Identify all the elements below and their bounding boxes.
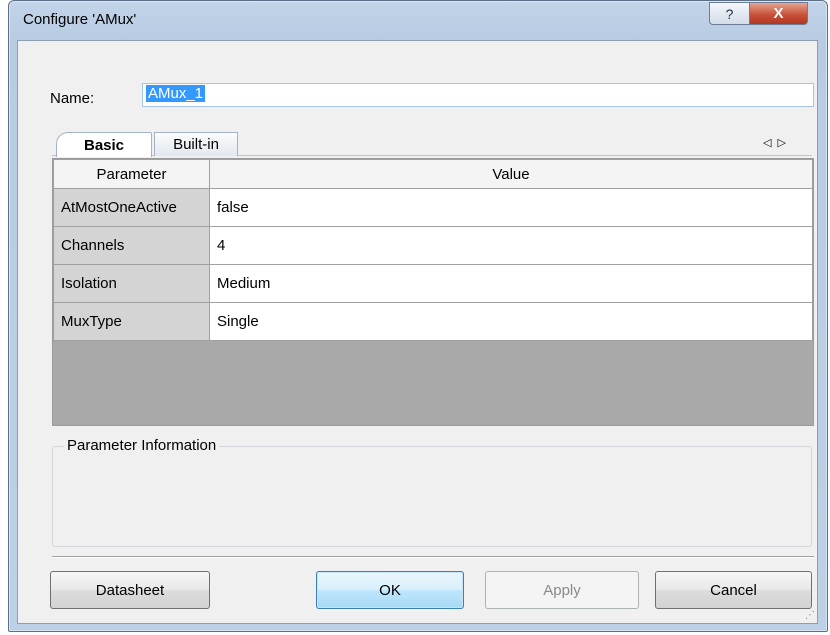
cancel-button[interactable]: Cancel xyxy=(655,571,812,609)
parameter-information-panel xyxy=(52,446,812,547)
title-bar[interactable]: Configure 'AMux' ? X xyxy=(9,1,827,41)
help-button[interactable]: ? xyxy=(709,2,749,25)
help-icon: ? xyxy=(725,5,734,22)
param-name-cell[interactable]: Channels xyxy=(53,226,210,265)
parameter-information-label: Parameter Information xyxy=(64,437,220,454)
ok-button[interactable]: OK xyxy=(316,571,464,609)
close-button[interactable]: X xyxy=(749,2,808,25)
param-name-cell[interactable]: Isolation xyxy=(53,264,210,303)
tab-scroll-right-icon[interactable]: ▷ xyxy=(777,137,791,149)
table-row[interactable]: Channels 4 xyxy=(53,226,813,265)
param-value-cell[interactable]: Single xyxy=(209,302,813,341)
parameter-grid[interactable]: Parameter Value AtMostOneActive false Ch… xyxy=(52,158,814,426)
tab-built-in[interactable]: Built-in xyxy=(154,132,238,156)
table-row[interactable]: Isolation Medium xyxy=(53,264,813,303)
tab-basic-label: Basic xyxy=(83,136,125,154)
column-header-parameter[interactable]: Parameter xyxy=(53,159,210,189)
table-row[interactable]: MuxType Single xyxy=(53,302,813,341)
param-value-cell[interactable]: false xyxy=(209,188,813,227)
table-row[interactable]: AtMostOneActive false xyxy=(53,188,813,227)
name-label: Name: xyxy=(50,90,95,107)
param-value-cell[interactable]: 4 xyxy=(209,226,813,265)
datasheet-button[interactable]: Datasheet xyxy=(50,571,210,609)
column-header-value[interactable]: Value xyxy=(209,159,813,189)
resize-grip-icon[interactable]: ⋰ xyxy=(805,610,815,621)
tab-scroll-left-icon[interactable]: ◁ xyxy=(763,137,777,149)
grid-header-row: Parameter Value xyxy=(53,159,813,189)
param-name-cell[interactable]: AtMostOneActive xyxy=(53,188,210,227)
tab-basic[interactable]: Basic xyxy=(56,132,152,157)
apply-button[interactable]: Apply xyxy=(485,571,639,609)
button-separator xyxy=(52,556,814,558)
close-icon: X xyxy=(773,5,784,22)
parameter-table: Parameter Value AtMostOneActive false Ch… xyxy=(53,159,813,341)
window-title: Configure 'AMux' xyxy=(23,11,137,28)
tab-scroll-arrows: ◁▷ xyxy=(763,136,792,149)
configure-dialog: Configure 'AMux' ? X Name: AMux_1 Basic … xyxy=(8,0,828,632)
name-input[interactable]: AMux_1 xyxy=(142,83,814,107)
name-value: AMux_1 xyxy=(146,85,206,102)
param-name-cell[interactable]: MuxType xyxy=(53,302,210,341)
tab-built-in-label: Built-in xyxy=(173,136,219,153)
dialog-client-area: Name: AMux_1 Basic Built-in ◁▷ Parameter… xyxy=(17,40,818,624)
param-value-cell[interactable]: Medium xyxy=(209,264,813,303)
